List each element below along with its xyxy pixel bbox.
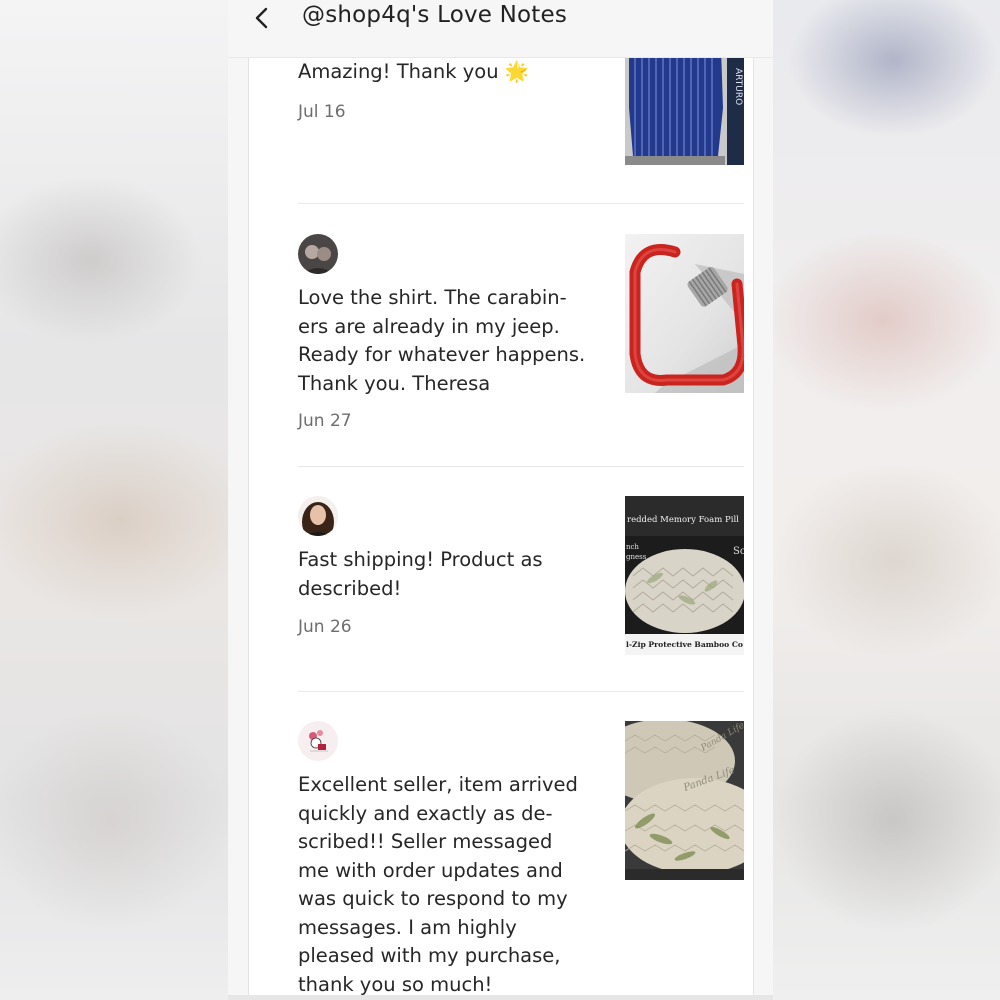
divider: [298, 466, 744, 467]
avatar[interactable]: [298, 496, 338, 536]
note-date: Jun 26: [298, 617, 352, 637]
note-text: Excellent seller, item arrived quickly a…: [298, 773, 578, 996]
note-date: Jul 16: [298, 102, 346, 122]
sun-emoji-icon: 🌟: [504, 60, 530, 83]
love-notes-list[interactable]: Amazing! Thank you 🌟 Jul 16 ARTURO Love …: [248, 0, 754, 996]
divider: [298, 691, 744, 692]
blurred-background-left: [0, 0, 228, 1000]
bottom-edge: [228, 995, 773, 1000]
back-button[interactable]: [246, 2, 280, 36]
top-bar: @shop4q's Love Notes: [228, 0, 773, 58]
red-carabiner-image[interactable]: [625, 234, 744, 393]
avatar[interactable]: [298, 721, 338, 761]
chevron-left-icon: [255, 7, 268, 29]
divider: [298, 203, 744, 204]
page-title: @shop4q's Love Notes: [302, 2, 568, 28]
bamboo-pillows-image[interactable]: Panda Life Panda Life: [625, 721, 744, 880]
memory-foam-pillow-image[interactable]: redded Memory Foam Pill nch gness Sc l-Z…: [625, 496, 744, 655]
svg-text:Sc: Sc: [733, 546, 744, 557]
note-date: Jun 27: [298, 411, 352, 431]
svg-text:l-Zip Protective Bamboo Co: l-Zip Protective Bamboo Co: [626, 640, 743, 649]
note-text: Love the shirt. The carabin- ers are alr…: [298, 286, 586, 395]
app-panel: Amazing! Thank you 🌟 Jul 16 ARTURO Love …: [228, 0, 773, 1000]
blurred-background-right: [773, 0, 1000, 1000]
striped-shirt-image[interactable]: ARTURO: [625, 48, 744, 165]
note-text: Amazing! Thank you 🌟: [298, 60, 530, 83]
svg-text:gness: gness: [626, 553, 647, 561]
svg-text:nch: nch: [626, 543, 639, 551]
avatar[interactable]: [298, 234, 338, 274]
note-text: Fast shipping! Product as described!: [298, 548, 543, 600]
svg-text:redded Memory Foam Pill: redded Memory Foam Pill: [627, 515, 739, 525]
svg-text:ARTURO: ARTURO: [733, 68, 743, 105]
